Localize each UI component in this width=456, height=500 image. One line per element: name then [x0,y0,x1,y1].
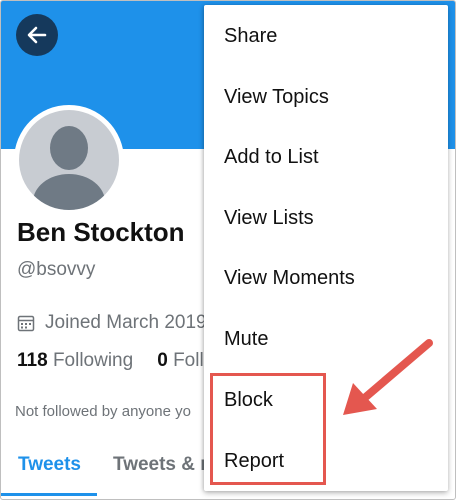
menu-item-share[interactable]: Share [204,6,448,66]
tab-tweets-replies[interactable]: Tweets & re [113,454,218,476]
back-button[interactable] [16,14,58,56]
screen: Ben Stockton @bsovvy Joined March 2019 1… [0,0,456,500]
arrow-left-icon [26,24,48,46]
following-link[interactable]: 118 Following [17,350,133,371]
following-label: Following [52,350,134,371]
avatar-frame [14,105,124,215]
menu-item-mute[interactable]: Mute [204,309,448,369]
joined-text: Joined March 2019 [45,312,207,333]
following-count: 118 [17,350,48,371]
default-avatar-icon [33,126,105,210]
menu-item-report[interactable]: Report [204,431,448,491]
follow-stats: 118 Following 0 Foll [17,350,204,372]
menu-item-view-moments[interactable]: View Moments [204,248,448,308]
joined-date: Joined March 2019 [17,312,207,334]
overflow-menu: Share View Topics Add to List View Lists… [204,5,448,491]
followers-count: 0 [157,350,168,371]
calendar-icon [17,314,35,332]
followers-label: Foll [173,350,204,371]
tab-tweets[interactable]: Tweets [18,454,81,476]
profile-handle: @bsovvy [17,259,96,280]
menu-item-view-topics[interactable]: View Topics [204,67,448,127]
menu-item-view-lists[interactable]: View Lists [204,188,448,248]
not-followed-note: Not followed by anyone yo [15,403,191,420]
avatar[interactable] [19,110,119,210]
active-tab-indicator [1,493,97,496]
profile-name: Ben Stockton [17,217,185,247]
followers-link[interactable]: 0 Foll [157,350,203,371]
menu-item-add-to-list[interactable]: Add to List [204,127,448,187]
menu-item-block[interactable]: Block [204,370,448,430]
